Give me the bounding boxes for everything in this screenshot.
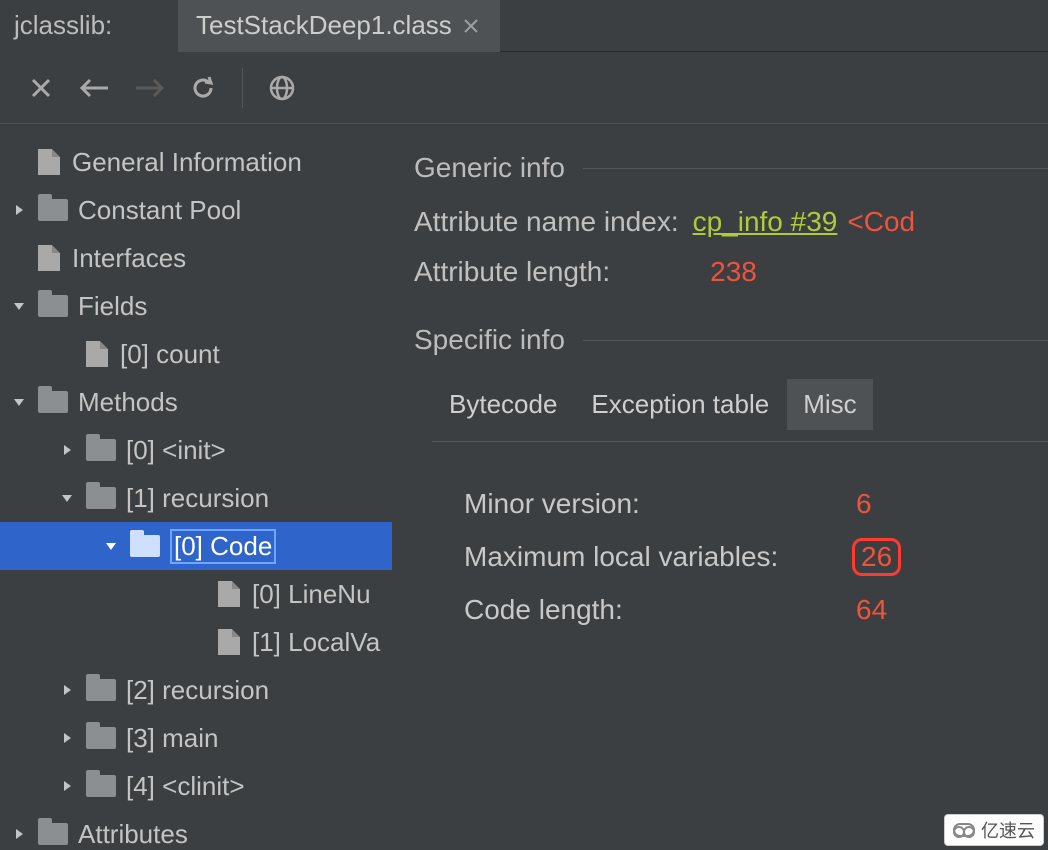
tree-node-label: [0] Code — [170, 529, 276, 564]
tree-node[interactable]: Constant Pool — [0, 186, 392, 234]
chevron-right-icon[interactable] — [8, 202, 30, 218]
toolbar — [0, 52, 1048, 124]
folder-icon — [38, 295, 68, 317]
chevron-right-icon[interactable] — [56, 442, 78, 458]
title-bar: jclasslib: TestStackDeep1.class — [0, 0, 1048, 52]
folder-icon — [86, 487, 116, 509]
file-icon — [218, 629, 240, 655]
tree-node[interactable]: [0] Code — [0, 522, 392, 570]
chevron-down-icon[interactable] — [8, 298, 30, 314]
toolbar-separator — [242, 68, 243, 108]
close-button[interactable] — [14, 52, 68, 124]
folder-icon — [38, 391, 68, 413]
max-local-variables-label: Maximum local variables: — [464, 541, 852, 573]
tree-node[interactable]: [2] recursion — [0, 666, 392, 714]
tree-node[interactable]: [3] main — [0, 714, 392, 762]
attribute-length-value: 238 — [710, 256, 757, 288]
tree-node[interactable]: [0] count — [0, 330, 392, 378]
attribute-length-row: Attribute length: 238 — [414, 256, 1048, 288]
tab-close-icon[interactable] — [460, 15, 482, 37]
folder-icon — [130, 535, 160, 557]
detail-tab-exception-table[interactable]: Exception table — [574, 378, 786, 431]
chevron-right-icon[interactable] — [56, 778, 78, 794]
refresh-button[interactable] — [176, 52, 230, 124]
specific-info-header: Specific info — [414, 324, 1048, 356]
detail-tabs: BytecodeException tableMisc — [432, 378, 1048, 431]
tree-node-label: [0] <init> — [126, 435, 226, 466]
tree-node-label: General Information — [72, 147, 302, 178]
file-icon — [38, 149, 60, 175]
tree-node[interactable]: Methods — [0, 378, 392, 426]
max-local-variables-value: 26 — [852, 538, 901, 576]
tree-node[interactable]: [0] LineNu — [0, 570, 392, 618]
back-button[interactable] — [68, 52, 122, 124]
detail-tab-misc[interactable]: Misc — [786, 378, 873, 431]
attribute-name-index-row: Attribute name index: cp_info #39 <Cod — [414, 206, 1048, 238]
attribute-name-index-tag: <Cod — [847, 206, 915, 238]
chevron-down-icon[interactable] — [56, 490, 78, 506]
cloud-icon — [953, 823, 975, 837]
browser-button[interactable] — [255, 52, 309, 124]
code-length-label: Code length: — [464, 594, 856, 626]
file-icon — [86, 341, 108, 367]
tree-node[interactable]: [4] <clinit> — [0, 762, 392, 810]
app-title: jclasslib: — [0, 0, 178, 52]
file-icon — [38, 245, 60, 271]
folder-icon — [86, 439, 116, 461]
code-length-value: 64 — [856, 594, 887, 626]
tab-label: TestStackDeep1.class — [196, 10, 452, 41]
folder-icon — [86, 775, 116, 797]
tree-node-label: [0] LineNu — [252, 579, 371, 610]
attribute-name-index-label: Attribute name index: — [414, 206, 679, 238]
tree-node-label: [0] count — [120, 339, 220, 370]
chevron-down-icon[interactable] — [100, 538, 122, 554]
file-icon — [218, 581, 240, 607]
minor-version-value: 6 — [856, 488, 872, 520]
tree-node[interactable]: [0] <init> — [0, 426, 392, 474]
tree-node-label: Fields — [78, 291, 147, 322]
tree-node[interactable]: General Information — [0, 138, 392, 186]
tree-node-label: Constant Pool — [78, 195, 241, 226]
tree-node-label: [1] LocalVa — [252, 627, 380, 658]
generic-info-header: Generic info — [414, 152, 1048, 184]
chevron-right-icon[interactable] — [56, 730, 78, 746]
tree-node[interactable]: Interfaces — [0, 234, 392, 282]
tree-node[interactable]: [1] LocalVa — [0, 618, 392, 666]
tree-node-label: [1] recursion — [126, 483, 269, 514]
attribute-length-label: Attribute length: — [414, 256, 610, 288]
tree-node[interactable]: Attributes — [0, 810, 392, 850]
tree-node-label: [4] <clinit> — [126, 771, 245, 802]
tree-node-label: Methods — [78, 387, 178, 418]
chevron-right-icon[interactable] — [8, 826, 30, 842]
forward-button[interactable] — [122, 52, 176, 124]
folder-icon — [86, 679, 116, 701]
detail-panel: Generic info Attribute name index: cp_in… — [392, 124, 1048, 850]
detail-tab-bytecode[interactable]: Bytecode — [432, 378, 574, 431]
attribute-name-index-link[interactable]: cp_info #39 — [693, 206, 838, 238]
chevron-down-icon[interactable] — [8, 394, 30, 410]
minor-version-label: Minor version: — [464, 488, 856, 520]
misc-content: Minor version: 6 Maximum local variables… — [432, 442, 1048, 626]
folder-icon — [86, 727, 116, 749]
tree-node[interactable]: [1] recursion — [0, 474, 392, 522]
tree-node-label: [2] recursion — [126, 675, 269, 706]
tree-node-label: Interfaces — [72, 243, 186, 274]
folder-icon — [38, 823, 68, 845]
tree-node-label: Attributes — [78, 819, 188, 850]
tree-panel: General Information Constant Pool Interfac… — [0, 124, 392, 850]
folder-icon — [38, 199, 68, 221]
tab-file[interactable]: TestStackDeep1.class — [178, 0, 500, 52]
tree-node-label: [3] main — [126, 723, 219, 754]
chevron-right-icon[interactable] — [56, 682, 78, 698]
tree-node[interactable]: Fields — [0, 282, 392, 330]
watermark: 亿速云 — [944, 814, 1044, 846]
